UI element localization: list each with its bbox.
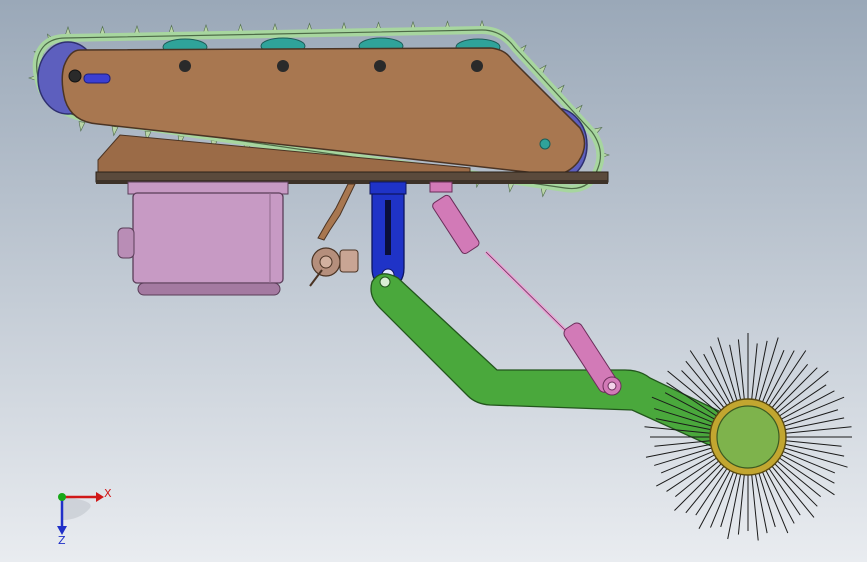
- lift-slider[interactable]: [369, 181, 407, 287]
- bolt: [277, 60, 289, 72]
- brush-hub-inner: [716, 405, 780, 469]
- cad-viewport[interactable]: X Z: [0, 0, 867, 562]
- gearbox-bottom: [137, 282, 281, 296]
- gearbox-shaft: [117, 227, 135, 259]
- clamp-nut: [339, 249, 359, 273]
- triad-y-axis: [58, 493, 66, 501]
- slider-top-block: [369, 181, 407, 195]
- bolt: [68, 69, 82, 83]
- cylinder-eye-hole: [607, 381, 617, 391]
- bolt: [374, 60, 386, 72]
- bolt: [179, 60, 191, 72]
- gearbox-body: [132, 192, 284, 284]
- cleaning-robot-assembly: X Z: [0, 0, 867, 562]
- cylinder-top-mount: [429, 181, 453, 193]
- slider-slot: [385, 200, 391, 255]
- tension-pin: [83, 73, 111, 84]
- triad-z-label: Z: [58, 534, 66, 547]
- bolt: [471, 60, 483, 72]
- clamp-center: [319, 255, 333, 269]
- motor-gearbox[interactable]: [117, 181, 289, 296]
- triad-x-label: X: [104, 487, 112, 500]
- gearbox-flange: [127, 181, 289, 195]
- axle-pin: [539, 138, 551, 150]
- arm-pivot-hole: [379, 276, 391, 288]
